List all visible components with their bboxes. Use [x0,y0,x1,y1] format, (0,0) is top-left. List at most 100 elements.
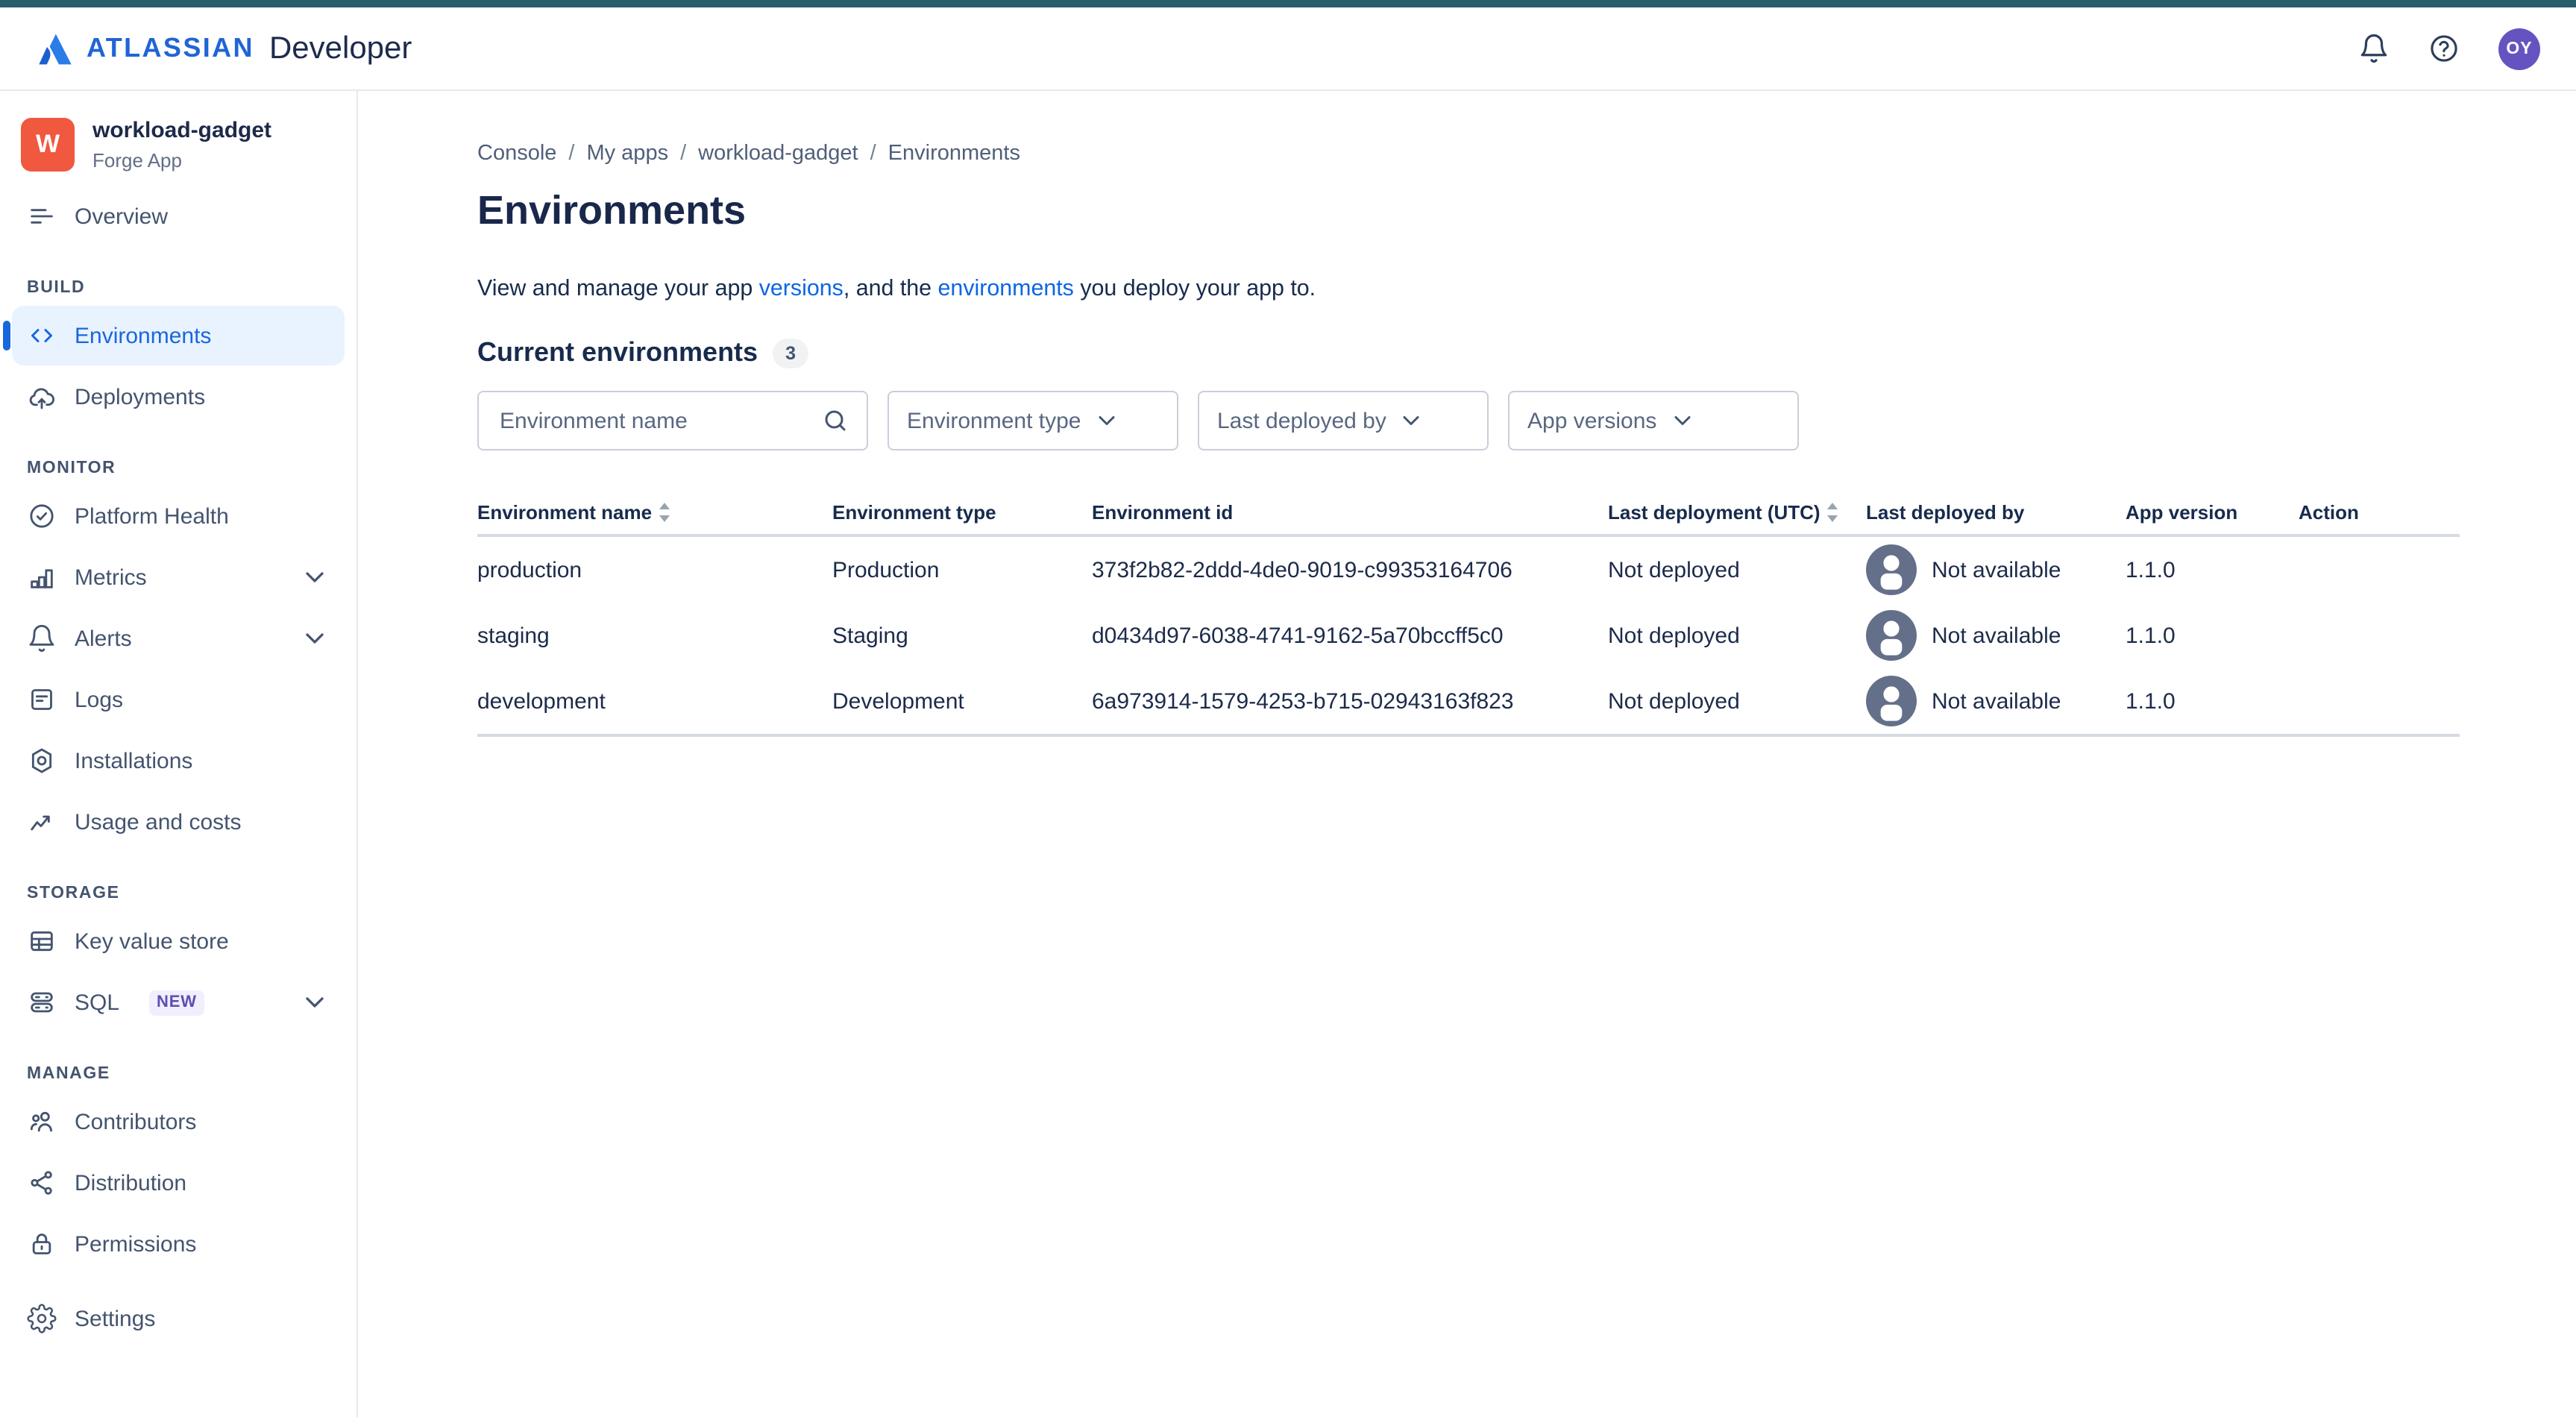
atlassian-mark-icon [36,29,75,68]
environment-type-select[interactable]: Environment type [888,391,1178,450]
last-deployment: Not deployed [1608,623,1866,648]
sidebar-item-label: Usage and costs [75,809,241,835]
lock-icon [27,1229,57,1259]
sidebar-nav: Overview BUILD Environments Deployments [0,186,356,1348]
breadcrumb-console[interactable]: Console [477,142,556,166]
people-icon [27,1107,57,1137]
notifications-bell-icon[interactable] [2358,33,2390,64]
code-icon [27,321,57,351]
default-avatar-icon [1866,610,1917,661]
env-name: development [477,688,832,714]
env-id: 373f2b82-2ddd-4de0-9019-c99353164706 [1092,557,1608,582]
column-environment-type: Environment type [832,500,1092,523]
sidebar-item-platform-health[interactable]: Platform Health [12,486,345,546]
search-input[interactable] [497,406,810,435]
section-title-manage: MANAGE [27,1065,356,1083]
sidebar-item-distribution[interactable]: Distribution [12,1153,345,1213]
sidebar-item-sql[interactable]: SQL NEW [12,973,345,1032]
section-title-monitor: MONITOR [27,459,356,477]
user-avatar[interactable]: OY [2498,28,2540,69]
breadcrumb-app[interactable]: workload-gadget [698,142,858,166]
active-indicator [3,321,10,351]
chevron-down-icon [300,623,330,653]
last-deployed-by-cell: Not available [1866,544,2126,595]
sidebar-item-label: Alerts [75,626,132,651]
atlassian-developer-logo[interactable]: ATLASSIAN Developer [36,29,412,68]
default-avatar-icon [1866,544,1917,595]
chevron-down-icon [1093,407,1119,434]
last-deployed-by-select[interactable]: Last deployed by [1198,391,1489,450]
environments-link[interactable]: environments [938,276,1074,301]
sidebar-item-contributors[interactable]: Contributors [12,1092,345,1151]
bell-icon [27,623,57,653]
column-last-deployment[interactable]: Last deployment (UTC) [1608,500,1866,523]
select-label: Last deployed by [1217,408,1386,433]
chevron-down-icon [300,562,330,592]
help-icon[interactable] [2428,33,2460,64]
sidebar-item-label: Overview [75,204,168,229]
breadcrumb-my-apps[interactable]: My apps [586,142,668,166]
app-versions-select[interactable]: App versions [1508,391,1799,450]
default-avatar-icon [1866,676,1917,726]
sidebar-item-logs[interactable]: Logs [12,670,345,729]
breadcrumb: Console/ My apps/ workload-gadget/ Envir… [477,142,2576,166]
table-body: production Production 373f2b82-2ddd-4de0… [477,537,2460,737]
last-deployment: Not deployed [1608,688,1866,714]
last-deployment: Not deployed [1608,557,1866,582]
filter-bar: Environment type Last deployed by App ve… [477,391,2576,450]
sidebar-item-environments[interactable]: Environments [12,306,345,365]
sidebar-item-label: Platform Health [75,503,229,529]
sidebar-item-label: Settings [75,1306,155,1331]
sidebar-item-alerts[interactable]: Alerts [12,609,345,668]
current-environments-title: Current environments [477,337,758,368]
global-header: ATLASSIAN Developer OY [0,7,2576,91]
sidebar-item-deployments[interactable]: Deployments [12,367,345,427]
env-type: Staging [832,623,1092,648]
app-version: 1.1.0 [2126,557,2299,582]
env-type: Production [832,557,1092,582]
environment-name-search[interactable] [477,391,868,450]
sidebar-item-label: Installations [75,748,192,773]
env-id: d0434d97-6038-4741-9162-5a70bccff5c0 [1092,623,1608,648]
sidebar-item-label: Key value store [75,929,229,954]
new-badge: NEW [149,990,204,1015]
app-version: 1.1.0 [2126,623,2299,648]
sidebar-item-label: Environments [75,323,211,348]
column-environment-id: Environment id [1092,500,1608,523]
brand-wordmark: ATLASSIAN [87,33,254,64]
column-action: Action [2299,500,2460,523]
sidebar-item-permissions[interactable]: Permissions [12,1214,345,1274]
table-header-row: Environment name Environment type Enviro… [477,489,2460,537]
versions-link[interactable]: versions [759,276,844,301]
chevron-down-icon [300,987,330,1017]
last-deployed-by-cell: Not available [1866,610,2126,661]
top-teal-bar [0,0,2576,7]
app-header: W workload-gadget Forge App [21,118,336,172]
document-icon [27,685,57,714]
sidebar-item-label: Contributors [75,1109,196,1134]
share-icon [27,1168,57,1198]
app-type: Forge App [92,149,271,172]
sidebar: W workload-gadget Forge App Overview BUI… [0,91,358,1417]
sidebar-item-installations[interactable]: Installations [12,731,345,791]
table-row-staging: staging Staging d0434d97-6038-4741-9162-… [477,603,2460,668]
sidebar-item-settings[interactable]: Settings [12,1289,345,1348]
column-environment-name[interactable]: Environment name [477,500,832,523]
page-description: View and manage your app versions, and t… [477,276,2576,301]
sidebar-item-key-value-store[interactable]: Key value store [12,911,345,971]
gear-icon [27,1304,57,1333]
env-type: Development [832,688,1092,714]
check-circle-icon [27,501,57,531]
sidebar-item-usage-and-costs[interactable]: Usage and costs [12,792,345,852]
table-icon [27,926,57,956]
database-icon [27,987,57,1017]
search-icon [822,407,849,434]
sidebar-item-overview[interactable]: Overview [12,186,345,246]
last-deployed-by-cell: Not available [1866,676,2126,726]
column-app-version: App version [2126,500,2299,523]
sidebar-item-metrics[interactable]: Metrics [12,547,345,607]
page-title: Environments [477,188,2576,234]
main-content: Console/ My apps/ workload-gadget/ Envir… [358,91,2576,1417]
sidebar-item-label: Distribution [75,1170,186,1196]
chevron-down-icon [1668,407,1695,434]
